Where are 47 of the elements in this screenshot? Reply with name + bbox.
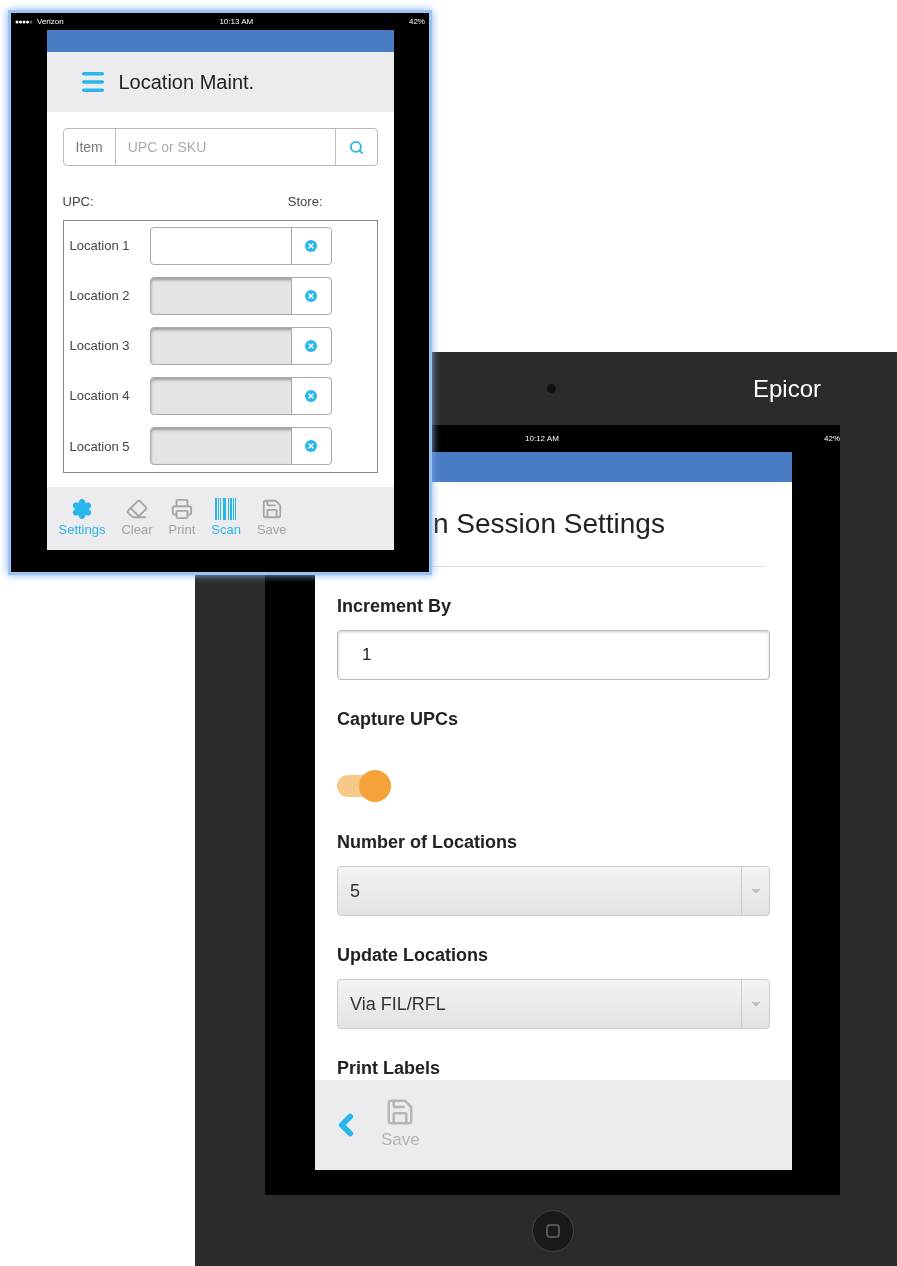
close-icon (305, 239, 317, 252)
field-label: Number of Locations (337, 831, 518, 854)
close-icon (305, 440, 317, 453)
screen-title: Location Maint. (118, 70, 255, 95)
select-value: 5 (349, 879, 361, 903)
brand-text: Epicor (752, 373, 821, 404)
search-field[interactable]: Item UPC or SKU (62, 128, 378, 166)
toolbar-button[interactable]: Scan (209, 497, 243, 540)
signal-dots-icon (15, 19, 33, 24)
location-label: Location 4 (69, 387, 131, 406)
eraser-icon (126, 497, 148, 520)
select-field[interactable]: Via FIL/RFL (337, 979, 770, 1029)
toolbar-button[interactable]: Print (166, 497, 198, 540)
toolbar-button[interactable]: Clear (119, 497, 155, 540)
barcode-icon (214, 497, 239, 520)
toolbar-button[interactable]: Settings (56, 497, 108, 540)
status-time: 10:12 AM (525, 432, 559, 445)
status-time: 10:13 AM (219, 15, 254, 28)
select-value: Via FIL/RFL (349, 992, 447, 1016)
upc-input[interactable]: UPC or SKU (115, 129, 335, 165)
toolbar-button[interactable]: Save (254, 497, 289, 540)
close-icon (305, 339, 317, 352)
clear-field-button[interactable] (290, 227, 331, 264)
location-label: Location 1 (69, 236, 131, 255)
location-label: Location 5 (69, 437, 131, 456)
location-label: Location 3 (69, 337, 131, 356)
battery-text: 42% (408, 15, 425, 28)
location-label: Location 2 (69, 287, 131, 306)
close-icon (305, 289, 317, 302)
carrier-text: Verizon (37, 15, 64, 28)
field-label: Print Labels (337, 1058, 441, 1078)
location-input[interactable] (149, 226, 332, 265)
select-field[interactable]: 5 (337, 866, 770, 916)
battery-text: 42% (824, 432, 840, 445)
store-label: Store: (287, 193, 323, 211)
printer-icon (170, 497, 193, 520)
field-label: Update Locations (337, 944, 489, 967)
field-label: Capture UPCs (337, 708, 460, 731)
item-label: Item (63, 129, 116, 165)
settings-icon (71, 497, 93, 520)
upc-label: UPC: (62, 193, 94, 211)
toggle-switch[interactable] (337, 770, 391, 802)
search-icon (348, 139, 364, 155)
close-icon (305, 390, 317, 403)
increment-input[interactable]: 1 (337, 630, 770, 680)
field-label: Increment By (337, 595, 453, 618)
screen-title: n Session Settings (433, 507, 665, 541)
